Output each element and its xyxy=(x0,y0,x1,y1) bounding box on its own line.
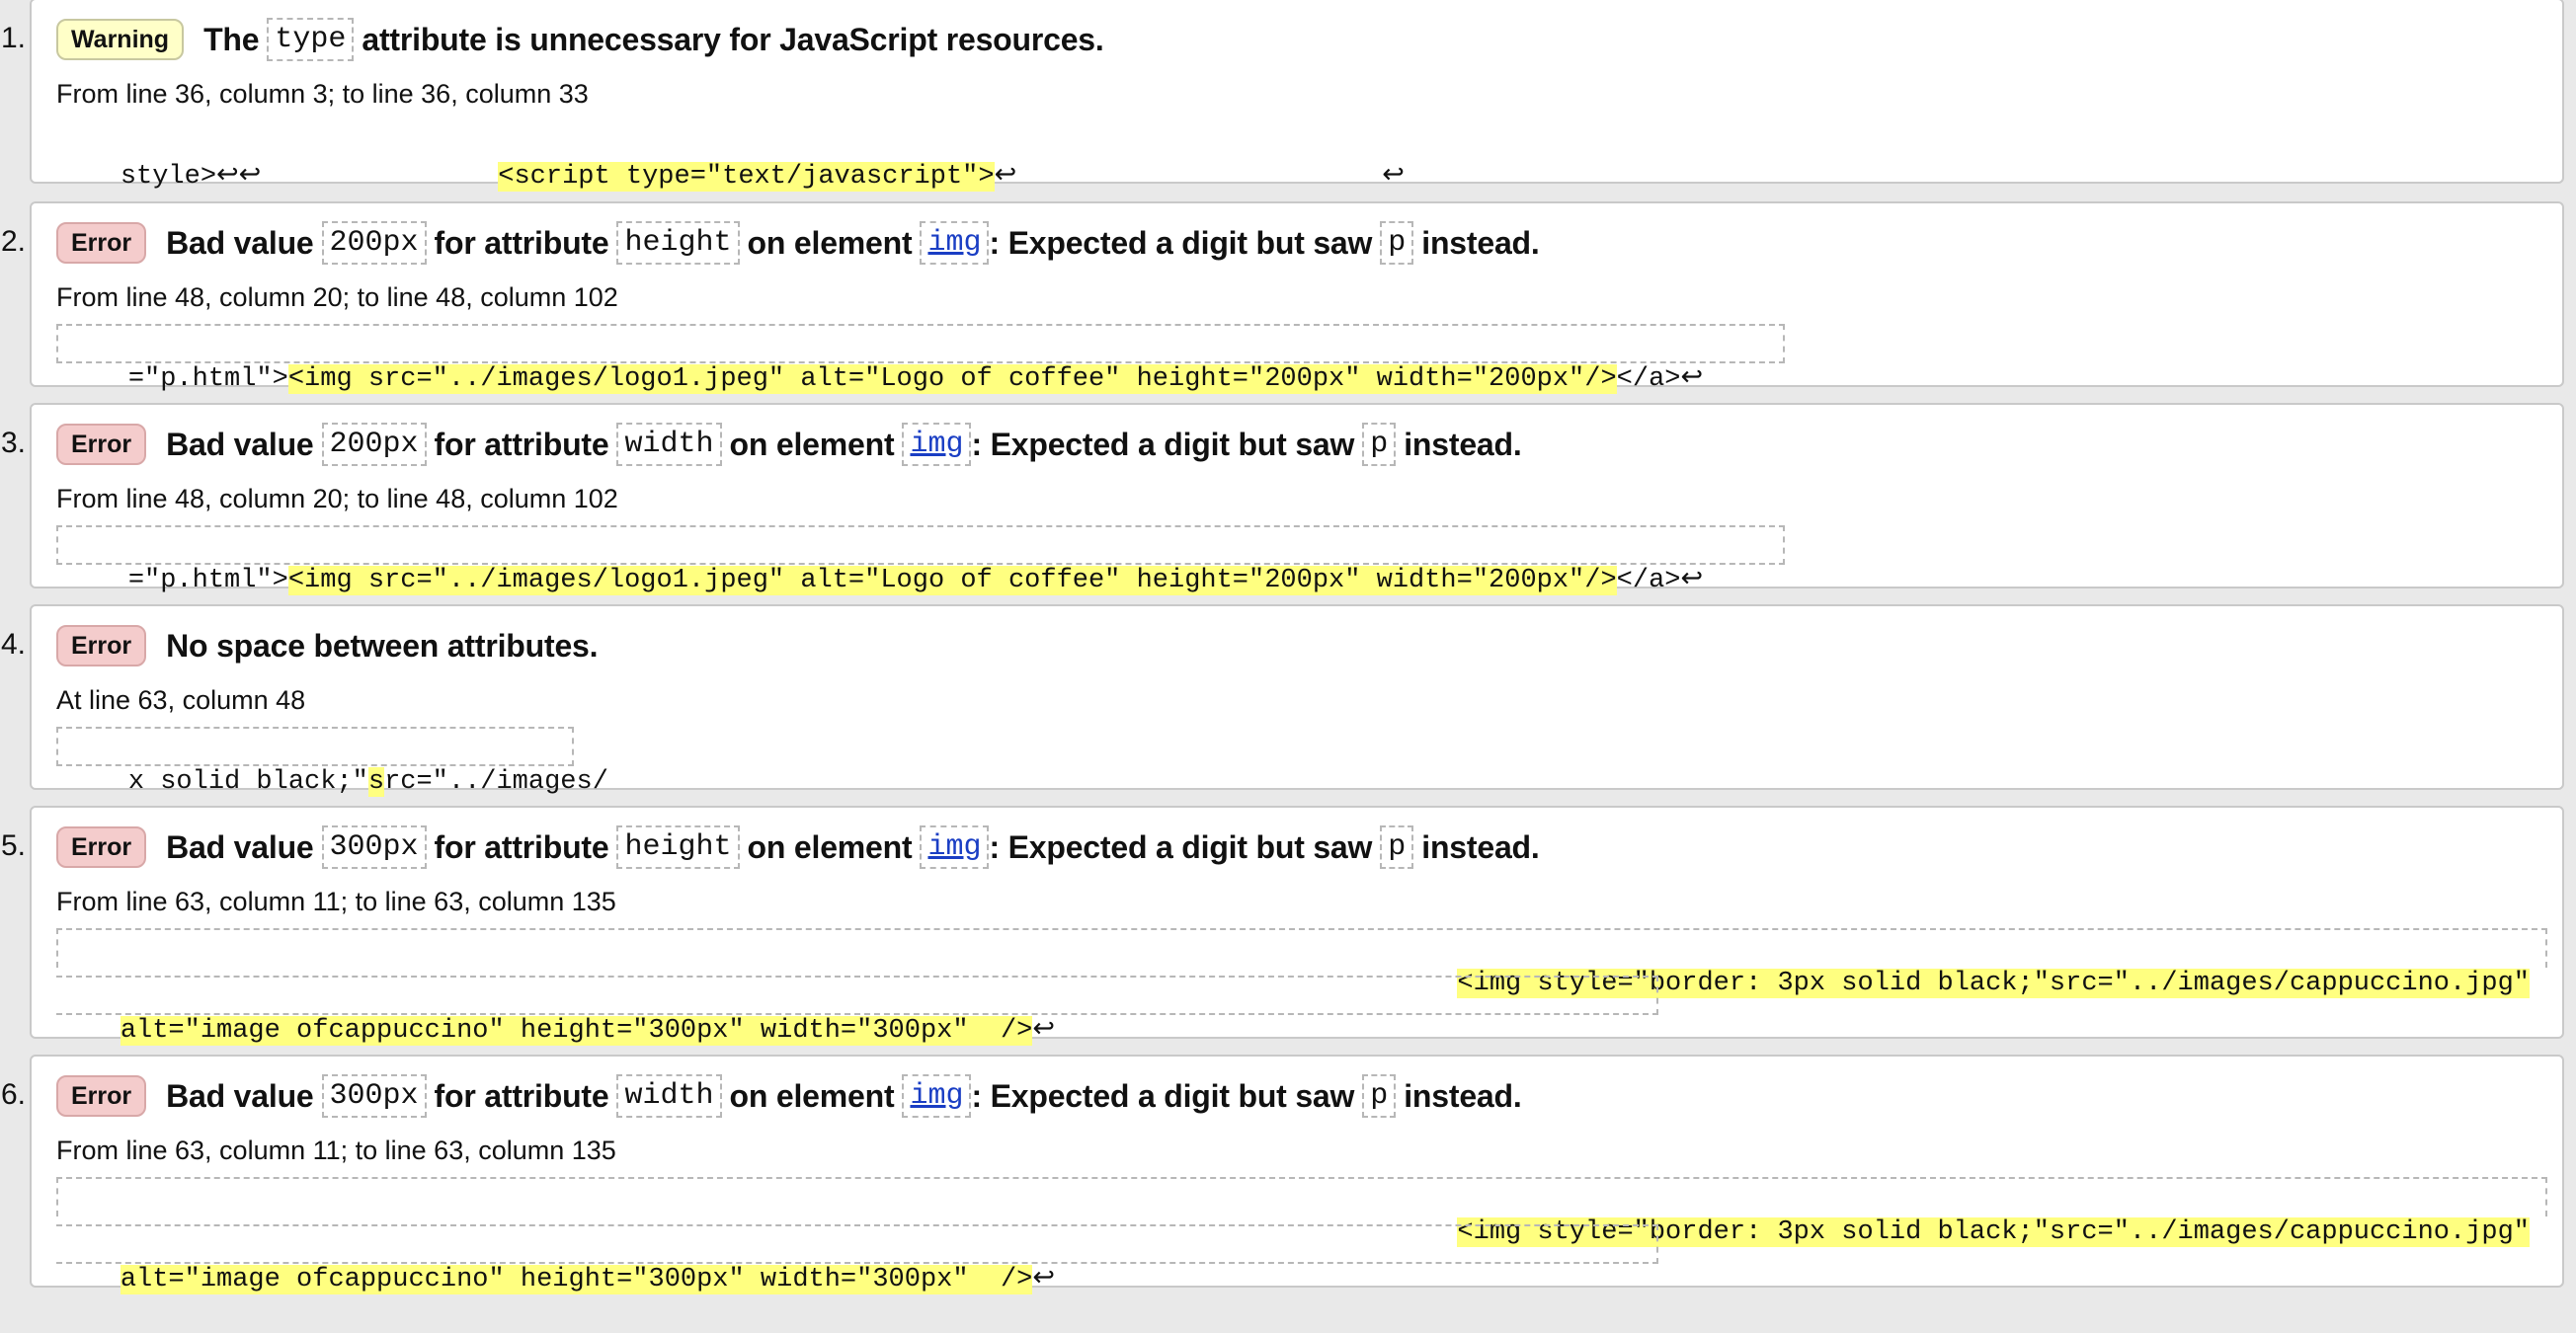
message-error: 6. Error Bad value 300px for attribute w… xyxy=(1,1055,2564,1294)
extract-highlight: <img src="../images/logo1.jpeg" alt="Log… xyxy=(287,364,1617,394)
message-number: 2. xyxy=(0,225,26,258)
return-icon: ↩ xyxy=(1032,1265,1055,1294)
message-title-text: for attribute xyxy=(434,1077,609,1114)
code-snippet: 200px xyxy=(321,221,427,265)
element-link[interactable]: img xyxy=(902,1074,972,1118)
message-title-text: Bad value xyxy=(166,426,314,462)
error-badge: Error xyxy=(56,424,147,465)
message-title-text: : Expected a digit but saw xyxy=(971,426,1355,462)
code-snippet: 300px xyxy=(321,825,427,869)
code-snippet: height xyxy=(616,825,740,869)
message-title-text: Bad value xyxy=(166,1077,314,1114)
message-title-text: Bad value xyxy=(166,224,314,261)
message-location: From line 36, column 3; to line 36, colu… xyxy=(56,79,589,109)
code-snippet: p xyxy=(1380,221,1414,265)
message-title-text: for attribute xyxy=(434,426,609,462)
message-location: From line 63, column 11; to line 63, col… xyxy=(56,887,616,916)
source-extract-line-2: alt="image ofcappuccino" height="300px" … xyxy=(56,976,1658,1046)
element-link[interactable]: img xyxy=(920,825,990,869)
message-title-text: instead. xyxy=(1404,1077,1522,1114)
error-badge: Error xyxy=(56,1075,147,1117)
message-error: 3. Error Bad value 200px for attribute w… xyxy=(1,403,2564,595)
extract-highlight: alt="image ofcappuccino" height="300px" … xyxy=(120,1265,1033,1294)
source-extract-line-1: <img style="border: 3px solid black;"src… xyxy=(56,1177,2547,1247)
warning-badge: Warning xyxy=(56,19,185,60)
message-number: 4. xyxy=(0,628,26,661)
message-title-text: attribute is unnecessary for JavaScript … xyxy=(362,21,1104,57)
code-snippet: 200px xyxy=(321,423,427,466)
message-heading: Error Bad value 300px for attribute heig… xyxy=(56,825,1540,869)
element-link[interactable]: img xyxy=(920,221,990,265)
code-snippet: p xyxy=(1380,825,1414,869)
message-number: 6. xyxy=(0,1078,26,1111)
message-title-text: instead. xyxy=(1421,828,1540,865)
extract-highlight: <img src="../images/logo1.jpeg" alt="Log… xyxy=(287,566,1617,595)
message-title-text: instead. xyxy=(1421,224,1540,261)
message-location: From line 48, column 20; to line 48, col… xyxy=(56,282,618,312)
extract-highlight: alt="image ofcappuccino" height="300px" … xyxy=(120,1016,1033,1046)
source-extract: ="p.html"><img src="../images/logo1.jpeg… xyxy=(56,525,1785,595)
message-title-text: : Expected a digit but saw xyxy=(971,1077,1355,1114)
message-title-text: The xyxy=(203,21,260,57)
message-heading: Error Bad value 200px for attribute widt… xyxy=(56,423,1522,466)
extract-text: ="p.html"> xyxy=(127,566,288,595)
code-snippet: 300px xyxy=(321,1074,427,1118)
code-snippet: width xyxy=(616,1074,722,1118)
source-extract: style>↩↩ <script type="text/javascript">↩… xyxy=(56,123,1439,192)
message-number: 1. xyxy=(0,22,26,54)
extract-highlight: <script type="text/javascript"> xyxy=(498,162,995,192)
message-location: At line 63, column 48 xyxy=(56,685,306,715)
message-error: 5. Error Bad value 300px for attribute h… xyxy=(1,806,2564,1046)
message-warning: 1. Warning The type attribute is unneces… xyxy=(1,0,2564,192)
message-title-text: No space between attributes. xyxy=(166,627,599,664)
message-location: From line 63, column 11; to line 63, col… xyxy=(56,1136,616,1165)
code-snippet: width xyxy=(616,423,722,466)
message-title-text: on element xyxy=(747,224,913,261)
message-title-text: : Expected a digit but saw xyxy=(989,828,1373,865)
message-heading: Warning The type attribute is unnecessar… xyxy=(56,18,1104,61)
element-link[interactable]: img xyxy=(902,423,972,466)
error-badge: Error xyxy=(56,625,147,666)
return-icon: ↩ xyxy=(994,162,1017,192)
message-title-text: for attribute xyxy=(434,224,609,261)
return-icon: ↩ xyxy=(1032,1016,1055,1046)
code-snippet: p xyxy=(1362,423,1397,466)
error-badge: Error xyxy=(56,222,147,264)
source-extract: x solid black;"src="../images/ xyxy=(56,727,608,797)
message-heading: Error Bad value 200px for attribute heig… xyxy=(56,221,1540,265)
message-title-text: on element xyxy=(729,1077,895,1114)
message-title-text: Bad value xyxy=(166,828,314,865)
extract-highlight: s xyxy=(367,767,385,797)
message-title-text: on element xyxy=(729,426,895,462)
message-number: 3. xyxy=(0,427,26,459)
message-number: 5. xyxy=(0,829,26,862)
message-title-text: : Expected a digit but saw xyxy=(989,224,1373,261)
error-badge: Error xyxy=(56,826,147,868)
extract-text: rc="../images/ xyxy=(384,767,608,797)
message-title-text: for attribute xyxy=(434,828,609,865)
extract-text: </a>↩ xyxy=(1616,364,1704,394)
code-snippet: type xyxy=(267,18,355,61)
message-error: 2. Error Bad value 200px for attribute h… xyxy=(1,201,2564,394)
message-title-text: on element xyxy=(747,828,913,865)
message-title-text: instead. xyxy=(1404,426,1522,462)
extract-text: x solid black;" xyxy=(127,767,368,797)
code-snippet: height xyxy=(616,221,740,265)
extract-text: </a>↩ xyxy=(1616,566,1704,595)
message-error: 4. Error No space between attributes. At… xyxy=(1,604,2564,797)
return-icon: ↩ xyxy=(1382,162,1405,192)
code-snippet: p xyxy=(1362,1074,1397,1118)
message-heading: Error Bad value 300px for attribute widt… xyxy=(56,1074,1522,1118)
message-heading: Error No space between attributes. xyxy=(56,624,599,667)
extract-text: style>↩↩ xyxy=(120,162,262,192)
source-extract: ="p.html"><img src="../images/logo1.jpeg… xyxy=(56,324,1785,394)
extract-text: ="p.html"> xyxy=(127,364,288,394)
message-location: From line 48, column 20; to line 48, col… xyxy=(56,484,618,513)
source-extract-line-2: alt="image ofcappuccino" height="300px" … xyxy=(56,1224,1658,1294)
source-extract-line-1: <img style="border: 3px solid black;"src… xyxy=(56,928,2547,998)
